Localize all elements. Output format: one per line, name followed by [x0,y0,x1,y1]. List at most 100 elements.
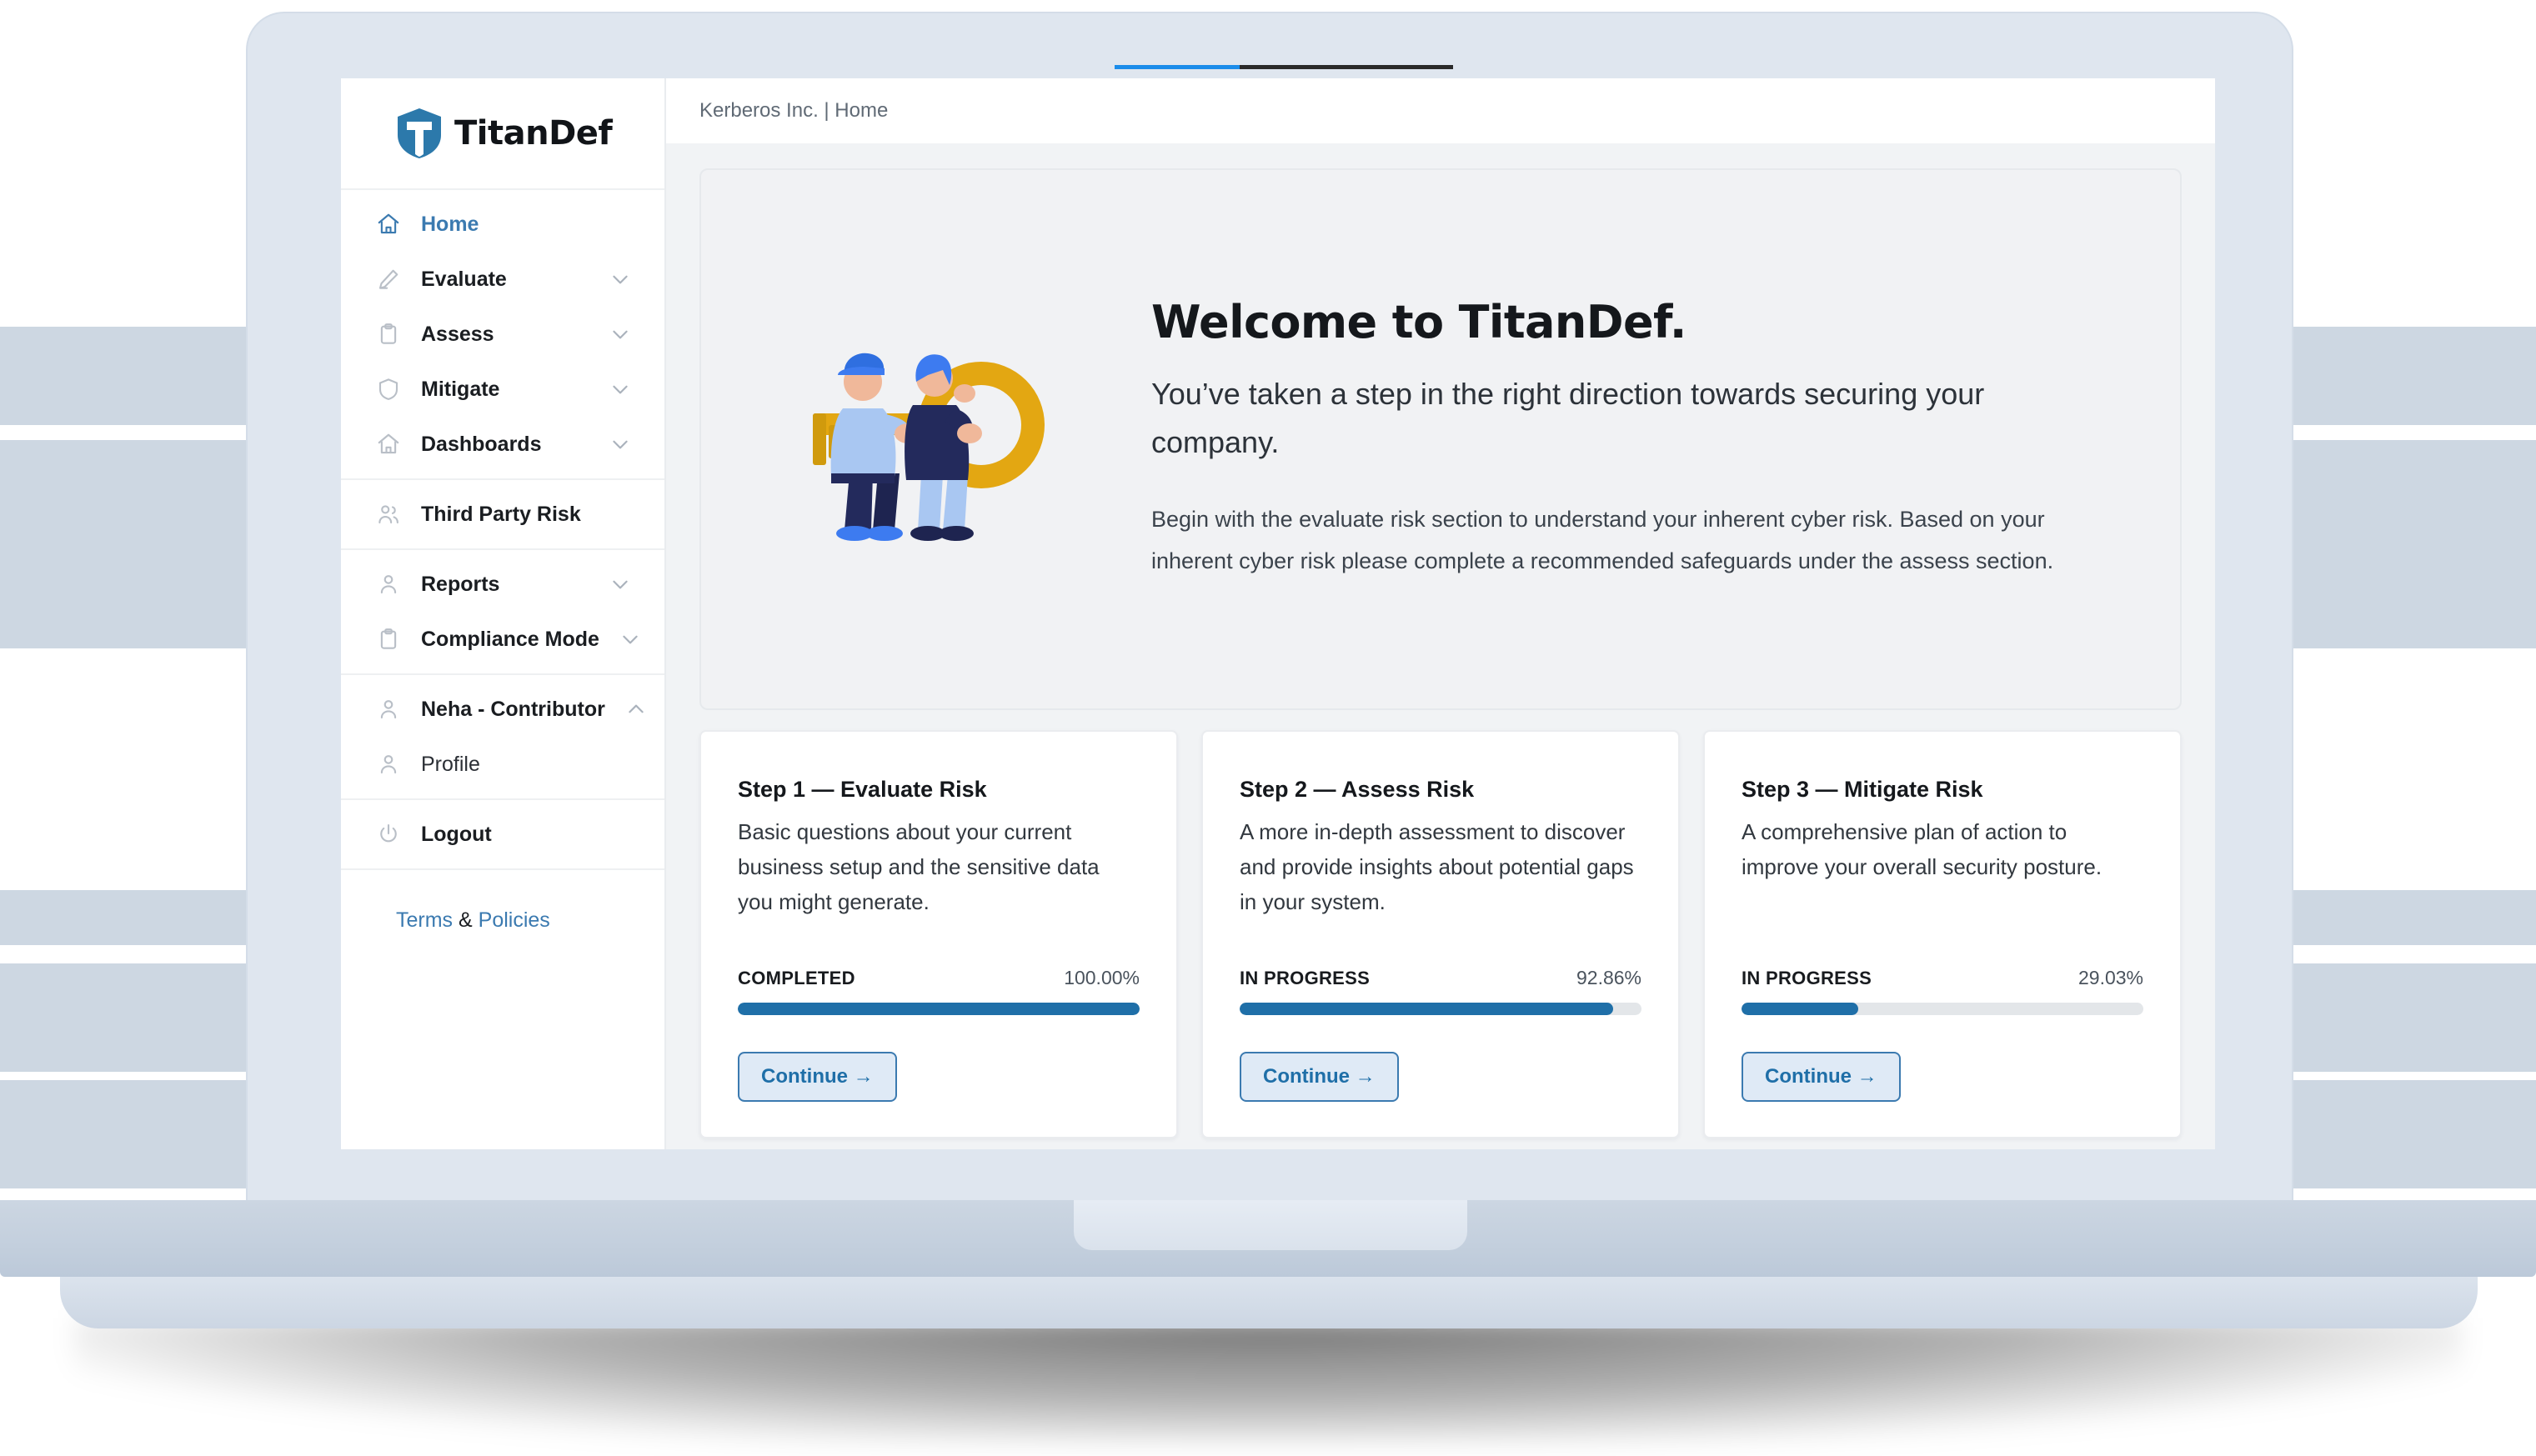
home-icon [376,212,401,237]
progress-percent: 29.03% [2077,967,2143,988]
status-badge: IN PROGRESS [1240,968,1371,988]
progress-track [1240,1003,1641,1015]
status-badge: IN PROGRESS [1742,968,1872,988]
welcome-paragraph: Begin with the evaluate risk section to … [1151,507,2054,574]
chevron-down-icon[interactable] [609,323,631,345]
sidebar-item-evaluate[interactable]: Evaluate [341,252,664,307]
shield-icon [376,377,401,402]
sidebar-item-label: Dashboards [421,432,542,456]
sidebar-item-label: Logout [421,822,492,846]
card-description: A comprehensive plan of action to improv… [1742,819,2102,880]
card-description: A more in-depth assessment to discover a… [1240,819,1634,915]
sidebar-item-home[interactable]: Home [341,197,664,252]
power-icon [376,822,401,847]
browser-screen: TitanDef Home Evaluate Assess Mitigate D… [341,78,2215,1149]
sidebar-item-label: Profile [421,752,480,776]
policies-link[interactable]: Policies [479,908,550,932]
card-title: Step 1 — Evaluate Risk [738,777,987,802]
sidebar-item-compliance-mode[interactable]: Compliance Mode [341,612,664,667]
card-title: Step 2 — Assess Risk [1240,777,1475,802]
welcome-subtitle: You’ve taken a step in the right directi… [1151,376,1985,459]
sidebar-group-reports: Reports Compliance Mode [341,550,664,675]
sidebar-item-reports[interactable]: Reports [341,557,664,612]
main-area: Kerberos Inc. | Home Welcome to TitanDef… [666,78,2215,1149]
progress-block: COMPLETED 100.00% [738,967,1140,1015]
laptop-base-notch [1074,1200,1467,1250]
progress-row: IN PROGRESS 92.86% [1240,967,1641,989]
legal-separator: & [453,908,479,932]
welcome-illustration [701,333,1151,546]
progress-row: IN PROGRESS 29.03% [1742,967,2143,989]
sidebar-item-label: Home [421,212,479,236]
breadcrumb: Kerberos Inc. | Home [699,99,889,122]
sidebar: TitanDef Home Evaluate Assess Mitigate D… [341,78,666,1149]
sidebar-item-label: Reports [421,572,500,596]
sidebar-group-primary: Home Evaluate Assess Mitigate Dashboards [341,190,664,480]
home-icon [376,432,401,457]
user-icon [376,572,401,597]
sidebar-item-profile[interactable]: Profile [341,737,664,792]
sidebar-item-label: Assess [421,322,494,346]
step-cards: Step 1 — Evaluate Risk Basic questions a… [699,730,2182,1149]
continue-button[interactable]: Continue → [738,1052,897,1102]
chevron-down-icon[interactable] [609,573,631,595]
sidebar-item-label: Compliance Mode [421,627,599,651]
sidebar-item-label: Mitigate [421,377,500,401]
laptop-base-lip [60,1277,2478,1328]
content-area: Welcome to TitanDef. You’ve taken a step… [666,143,2215,1149]
sidebar-group-third-party: Third Party Risk [341,480,664,550]
progress-fill [1742,1003,1858,1015]
clipboard-icon [376,627,401,652]
progress-track [1742,1003,2143,1015]
sidebar-item-label: Evaluate [421,267,507,291]
progress-track [738,1003,1140,1015]
user-icon [376,697,401,722]
chevron-up-icon[interactable] [625,698,647,720]
sidebar-item-mitigate[interactable]: Mitigate [341,362,664,417]
user-icon [376,752,401,777]
laptop-frame: TitanDef Home Evaluate Assess Mitigate D… [248,13,2292,1213]
sidebar-item-dashboards[interactable]: Dashboards [341,417,664,472]
sidebar-item-user-account[interactable]: Neha - Contributor [341,682,664,737]
page-load-bar [1115,65,1453,69]
users-icon [376,502,401,527]
progress-row: COMPLETED 100.00% [738,967,1140,989]
status-badge: COMPLETED [738,968,855,988]
welcome-copy: Welcome to TitanDef. You’ve taken a step… [1151,296,2180,583]
card-description: Basic questions about your current busin… [738,819,1100,915]
page-stage: TitanDef Home Evaluate Assess Mitigate D… [0,0,2536,1456]
progress-fill [738,1003,1140,1015]
progress-block: IN PROGRESS 29.03% [1742,967,2143,1015]
chevron-down-icon[interactable] [609,268,631,290]
sidebar-item-label: Neha - Contributor [421,697,605,721]
clipboard-icon [376,322,401,347]
sidebar-item-assess[interactable]: Assess [341,307,664,362]
sidebar-group-logout: Logout [341,800,664,870]
legal-links: Terms & Policies [341,870,664,933]
brand-name: TitanDef [454,114,613,153]
topbar: Kerberos Inc. | Home [666,78,2215,143]
chevron-down-icon[interactable] [609,433,631,455]
continue-button[interactable]: Continue → [1742,1052,1901,1102]
laptop-shadow [73,1318,2463,1443]
page-title: Welcome to TitanDef. [1151,295,1686,348]
card-title: Step 3 — Mitigate Risk [1742,777,1983,802]
sidebar-item-logout[interactable]: Logout [341,807,664,862]
continue-button[interactable]: Continue → [1240,1052,1399,1102]
step-card: Step 2 — Assess Risk A more in-depth ass… [1201,730,1680,1138]
terms-link[interactable]: Terms [396,908,453,932]
shield-t-logo-icon [396,108,443,159]
sidebar-item-third-party-risk[interactable]: Third Party Risk [341,487,664,542]
chevron-down-icon[interactable] [609,378,631,400]
sidebar-item-label: Third Party Risk [421,502,581,526]
welcome-panel: Welcome to TitanDef. You’ve taken a step… [699,168,2182,710]
pencil-icon [376,267,401,292]
chevron-down-icon[interactable] [619,628,641,650]
step-card: Step 1 — Evaluate Risk Basic questions a… [699,730,1178,1138]
progress-percent: 92.86% [1576,967,1641,988]
progress-block: IN PROGRESS 92.86% [1240,967,1641,1015]
sidebar-group-account: Neha - Contributor Profile [341,675,664,800]
brand-logo[interactable]: TitanDef [341,78,664,190]
page-load-bar-fill [1115,65,1240,69]
progress-percent: 100.00% [1064,967,1140,988]
